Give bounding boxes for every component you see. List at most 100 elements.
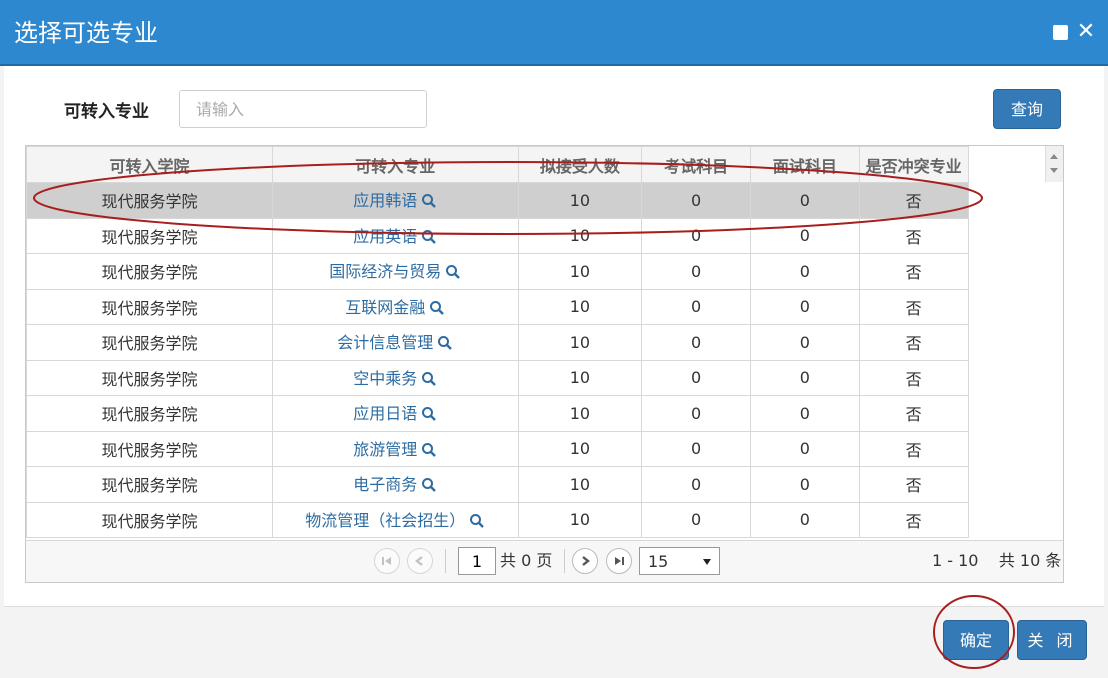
major-link[interactable]: 应用英语 bbox=[353, 227, 417, 246]
cell-conflict: 否 bbox=[858, 501, 969, 538]
record-total: 共 10 条 bbox=[998, 551, 1062, 570]
cell-filler bbox=[968, 182, 1063, 218]
column-header-interview[interactable]: 面试科目 bbox=[749, 146, 860, 183]
major-link[interactable]: 旅游管理 bbox=[353, 440, 417, 459]
cell-filler bbox=[968, 253, 1063, 289]
search-icon[interactable] bbox=[421, 477, 437, 497]
major-link[interactable]: 空中乘务 bbox=[353, 369, 417, 388]
dialog-title: 选择可选专业 bbox=[14, 19, 158, 47]
scroll-down-icon[interactable] bbox=[1050, 168, 1058, 173]
cell-major: 物流管理（社会招生） bbox=[272, 501, 519, 538]
cell-major: 应用英语 bbox=[272, 217, 519, 254]
cell-college: 现代服务学院 bbox=[26, 395, 273, 432]
next-page-icon[interactable] bbox=[572, 548, 598, 574]
major-grid: 可转入学院 可转入专业 拟接受人数 考试科目 面试科目 是否冲突专业 现代服务学… bbox=[25, 145, 1064, 583]
column-header-conflict[interactable]: 是否冲突专业 bbox=[858, 146, 969, 183]
page-size-select[interactable]: 15 bbox=[639, 547, 720, 575]
search-icon[interactable] bbox=[421, 229, 437, 249]
cell-quota: 10 bbox=[517, 324, 643, 361]
first-page-icon[interactable] bbox=[374, 548, 400, 574]
search-icon[interactable] bbox=[421, 193, 437, 213]
major-search-input[interactable] bbox=[179, 90, 427, 128]
search-icon[interactable] bbox=[445, 264, 461, 284]
table-row[interactable]: 现代服务学院 物流管理（社会招生） 10 0 0 否 bbox=[26, 501, 1063, 538]
confirm-button[interactable]: 确定 bbox=[943, 620, 1009, 660]
cell-major: 应用日语 bbox=[272, 395, 519, 432]
search-icon[interactable] bbox=[429, 300, 445, 320]
cell-filler bbox=[968, 360, 1063, 396]
last-page-icon[interactable] bbox=[606, 548, 632, 574]
column-header-college[interactable]: 可转入学院 bbox=[26, 146, 273, 183]
cell-exam: 0 bbox=[641, 466, 751, 503]
page-number-input[interactable] bbox=[458, 547, 496, 575]
column-header-exam[interactable]: 考试科目 bbox=[641, 146, 751, 183]
cell-filler bbox=[968, 502, 1063, 538]
column-header-quota[interactable]: 拟接受人数 bbox=[517, 146, 643, 183]
table-row[interactable]: 现代服务学院 会计信息管理 10 0 0 否 bbox=[26, 324, 1063, 361]
table-row[interactable]: 现代服务学院 互联网金融 10 0 0 否 bbox=[26, 288, 1063, 325]
filter-label: 可转入专业 bbox=[64, 102, 149, 122]
cell-conflict: 否 bbox=[858, 253, 969, 290]
cell-major: 旅游管理 bbox=[272, 430, 519, 467]
major-link[interactable]: 会计信息管理 bbox=[337, 333, 433, 352]
table-row[interactable]: 现代服务学院 应用韩语 10 0 0 否 bbox=[26, 182, 1063, 219]
major-link[interactable]: 物流管理（社会招生） bbox=[305, 511, 465, 530]
search-icon[interactable] bbox=[421, 442, 437, 462]
cell-college: 现代服务学院 bbox=[26, 217, 273, 254]
cell-quota: 10 bbox=[517, 359, 643, 396]
major-link[interactable]: 国际经济与贸易 bbox=[329, 262, 441, 281]
cell-interview: 0 bbox=[749, 182, 860, 219]
cell-college: 现代服务学院 bbox=[26, 466, 273, 503]
maximize-icon[interactable] bbox=[1051, 20, 1071, 44]
cell-college: 现代服务学院 bbox=[26, 253, 273, 290]
cell-college: 现代服务学院 bbox=[26, 430, 273, 467]
cell-conflict: 否 bbox=[858, 466, 969, 503]
table-row[interactable]: 现代服务学院 国际经济与贸易 10 0 0 否 bbox=[26, 253, 1063, 290]
column-header-major[interactable]: 可转入专业 bbox=[272, 146, 519, 183]
table-row[interactable]: 现代服务学院 电子商务 10 0 0 否 bbox=[26, 466, 1063, 503]
cell-college: 现代服务学院 bbox=[26, 288, 273, 325]
major-link[interactable]: 应用日语 bbox=[353, 404, 417, 423]
major-link[interactable]: 互联网金融 bbox=[345, 298, 425, 317]
grid-scrollbar[interactable] bbox=[1045, 146, 1063, 182]
cell-major: 互联网金融 bbox=[272, 288, 519, 325]
cell-major: 空中乘务 bbox=[272, 359, 519, 396]
cell-conflict: 否 bbox=[858, 430, 969, 467]
table-header-row: 可转入学院 可转入专业 拟接受人数 考试科目 面试科目 是否冲突专业 bbox=[26, 146, 1063, 183]
cell-conflict: 否 bbox=[858, 217, 969, 254]
cell-conflict: 否 bbox=[858, 288, 969, 325]
dropdown-arrow-icon bbox=[703, 559, 711, 565]
cell-interview: 0 bbox=[749, 466, 860, 503]
pager-separator bbox=[445, 549, 446, 573]
total-pages-text: 共 0 页 bbox=[500, 551, 553, 570]
cell-quota: 10 bbox=[517, 253, 643, 290]
close-icon[interactable]: ✕ bbox=[1076, 20, 1096, 44]
table-row[interactable]: 现代服务学院 旅游管理 10 0 0 否 bbox=[26, 430, 1063, 467]
major-link[interactable]: 电子商务 bbox=[353, 475, 417, 494]
table-row[interactable]: 现代服务学院 空中乘务 10 0 0 否 bbox=[26, 359, 1063, 396]
prev-page-icon[interactable] bbox=[407, 548, 433, 574]
cell-filler bbox=[968, 218, 1063, 254]
pagination-bar: 共 0 页 15 1 - 10 共 10 条 bbox=[26, 540, 1063, 582]
search-icon[interactable] bbox=[421, 371, 437, 391]
table-row[interactable]: 现代服务学院 应用日语 10 0 0 否 bbox=[26, 395, 1063, 432]
cell-quota: 10 bbox=[517, 395, 643, 432]
query-button[interactable]: 查询 bbox=[993, 89, 1061, 129]
cell-quota: 10 bbox=[517, 466, 643, 503]
table-row[interactable]: 现代服务学院 应用英语 10 0 0 否 bbox=[26, 217, 1063, 254]
search-icon[interactable] bbox=[437, 335, 453, 355]
cell-filler bbox=[968, 289, 1063, 325]
cell-exam: 0 bbox=[641, 288, 751, 325]
cell-conflict: 否 bbox=[858, 359, 969, 396]
pager-separator bbox=[564, 549, 565, 573]
cell-interview: 0 bbox=[749, 395, 860, 432]
search-icon[interactable] bbox=[421, 406, 437, 426]
major-table: 可转入学院 可转入专业 拟接受人数 考试科目 面试科目 是否冲突专业 现代服务学… bbox=[26, 146, 1063, 538]
cell-interview: 0 bbox=[749, 359, 860, 396]
close-button[interactable]: 关 闭 bbox=[1017, 620, 1087, 660]
record-range: 1 - 10 bbox=[932, 551, 979, 570]
cell-exam: 0 bbox=[641, 217, 751, 254]
scroll-up-icon[interactable] bbox=[1050, 154, 1058, 159]
major-link[interactable]: 应用韩语 bbox=[353, 191, 417, 210]
search-icon[interactable] bbox=[469, 513, 485, 533]
